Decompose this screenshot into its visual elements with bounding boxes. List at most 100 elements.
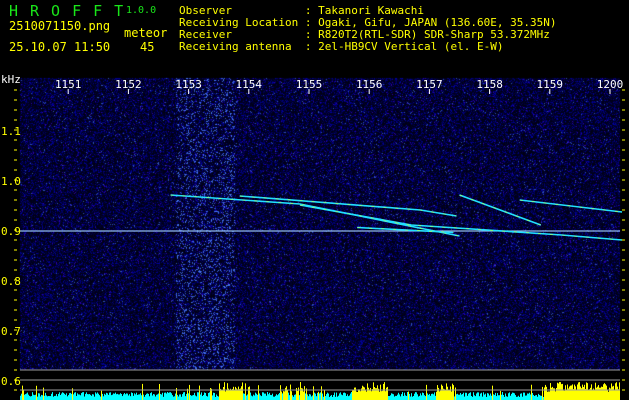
amplitude-bar xyxy=(536,395,537,400)
amplitude-bar xyxy=(101,390,102,400)
amplitude-bar xyxy=(58,393,59,400)
amplitude-bar xyxy=(392,393,393,400)
amplitude-bar xyxy=(317,392,318,400)
amplitude-bar xyxy=(53,396,54,400)
amplitude-bar xyxy=(126,393,127,400)
amplitude-bar xyxy=(42,395,43,400)
x-tick-label: 1157 xyxy=(416,78,443,91)
amplitude-bar xyxy=(467,395,468,400)
amplitude-bar xyxy=(109,392,110,400)
amplitude-bar xyxy=(59,392,60,400)
amplitude-bar xyxy=(97,392,98,400)
amplitude-bar xyxy=(430,395,431,400)
amplitude-bar xyxy=(93,394,94,400)
amplitude-bar xyxy=(195,395,196,400)
amplitude-bar xyxy=(492,385,493,400)
amplitude-bar xyxy=(474,395,475,400)
x-tick-label: 1151 xyxy=(55,78,82,91)
amplitude-bar xyxy=(21,393,22,400)
amplitude-bar xyxy=(567,384,568,400)
amplitude-bar xyxy=(597,386,598,400)
amplitude-bar xyxy=(546,386,547,400)
amplitude-bar xyxy=(606,385,607,400)
amplitude-bar xyxy=(162,392,163,400)
amplitude-bar xyxy=(248,387,249,400)
datetime: 25.10.07 11:50 xyxy=(9,40,111,54)
amplitude-bar xyxy=(112,394,113,400)
amplitude-bar xyxy=(603,384,604,400)
amplitude-bar xyxy=(139,394,140,400)
amplitude-bar xyxy=(260,395,261,400)
amplitude-bar xyxy=(161,394,162,400)
amplitude-bar xyxy=(224,382,225,400)
amplitude-bar xyxy=(476,393,477,400)
amplitude-bar xyxy=(566,389,567,400)
amplitude-bar xyxy=(611,383,612,400)
amplitude-bar xyxy=(541,395,542,400)
amplitude-bar xyxy=(209,392,210,400)
amplitude-bar xyxy=(487,393,488,400)
amplitude-bar xyxy=(579,382,580,400)
amplitude-bar xyxy=(276,394,277,400)
amplitude-bar xyxy=(549,391,550,400)
amplitude-bar xyxy=(98,393,99,400)
amplitude-bar xyxy=(268,394,269,400)
amplitude-bar xyxy=(140,393,141,400)
amplitude-bar xyxy=(429,393,430,400)
amplitude-bar xyxy=(518,395,519,400)
y-tick-label: 1.1 xyxy=(1,125,21,138)
amplitude-bar xyxy=(80,395,81,400)
amplitude-bar xyxy=(455,387,456,400)
amplitude-bar xyxy=(280,385,281,400)
amplitude-bar xyxy=(348,396,349,400)
amplitude-bar xyxy=(469,392,470,400)
amplitude-bar xyxy=(529,392,530,400)
amplitude-bar xyxy=(374,387,375,400)
amplitude-bar xyxy=(82,392,83,400)
amplitude-bar xyxy=(358,389,359,400)
amplitude-bar xyxy=(46,395,47,400)
amplitude-bar xyxy=(51,393,52,400)
amplitude-bar xyxy=(490,393,491,400)
amplitude-bar xyxy=(424,395,425,400)
amplitude-bar xyxy=(587,383,588,400)
amplitude-bar xyxy=(225,391,226,400)
amplitude-bar xyxy=(576,390,577,400)
amplitude-bar xyxy=(503,394,504,400)
amplitude-bar xyxy=(295,394,296,400)
amplitude-bar xyxy=(594,390,595,400)
amplitude-bar xyxy=(602,386,603,400)
amplitude-bar xyxy=(222,390,223,400)
amplitude-bar xyxy=(527,393,528,400)
amplitude-bar xyxy=(591,384,592,400)
amplitude-bar xyxy=(573,389,574,400)
amplitude-bar xyxy=(314,392,315,400)
amplitude-bar xyxy=(227,383,228,400)
amplitude-bar xyxy=(498,395,499,400)
app-version: 1.0.0 xyxy=(126,5,157,16)
amplitude-bar xyxy=(253,394,254,400)
amplitude-bar xyxy=(177,394,178,400)
amplitude-bar xyxy=(563,390,564,400)
amplitude-bar xyxy=(444,389,445,400)
amplitude-bar xyxy=(466,392,467,400)
amplitude-bar xyxy=(287,390,288,400)
amplitude-bar xyxy=(32,392,33,400)
amplitude-bar xyxy=(493,394,494,400)
amplitude-bar xyxy=(460,393,461,400)
amplitude-bar xyxy=(319,393,320,400)
amplitude-bar xyxy=(385,391,386,400)
amplitude-bar xyxy=(81,393,82,400)
amplitude-bar xyxy=(571,385,572,400)
amplitude-bar xyxy=(575,386,576,400)
amplitude-bar xyxy=(555,391,556,400)
amplitude-bar xyxy=(398,392,399,400)
amplitude-bar xyxy=(321,386,322,400)
amplitude-bar xyxy=(86,392,87,400)
amplitude-bar xyxy=(198,392,199,400)
amplitude-bar xyxy=(96,393,97,400)
amplitude-bar xyxy=(36,385,37,400)
amplitude-bar xyxy=(99,395,100,400)
y-tick-label: 1.0 xyxy=(1,175,21,188)
amplitude-bar xyxy=(261,396,262,400)
